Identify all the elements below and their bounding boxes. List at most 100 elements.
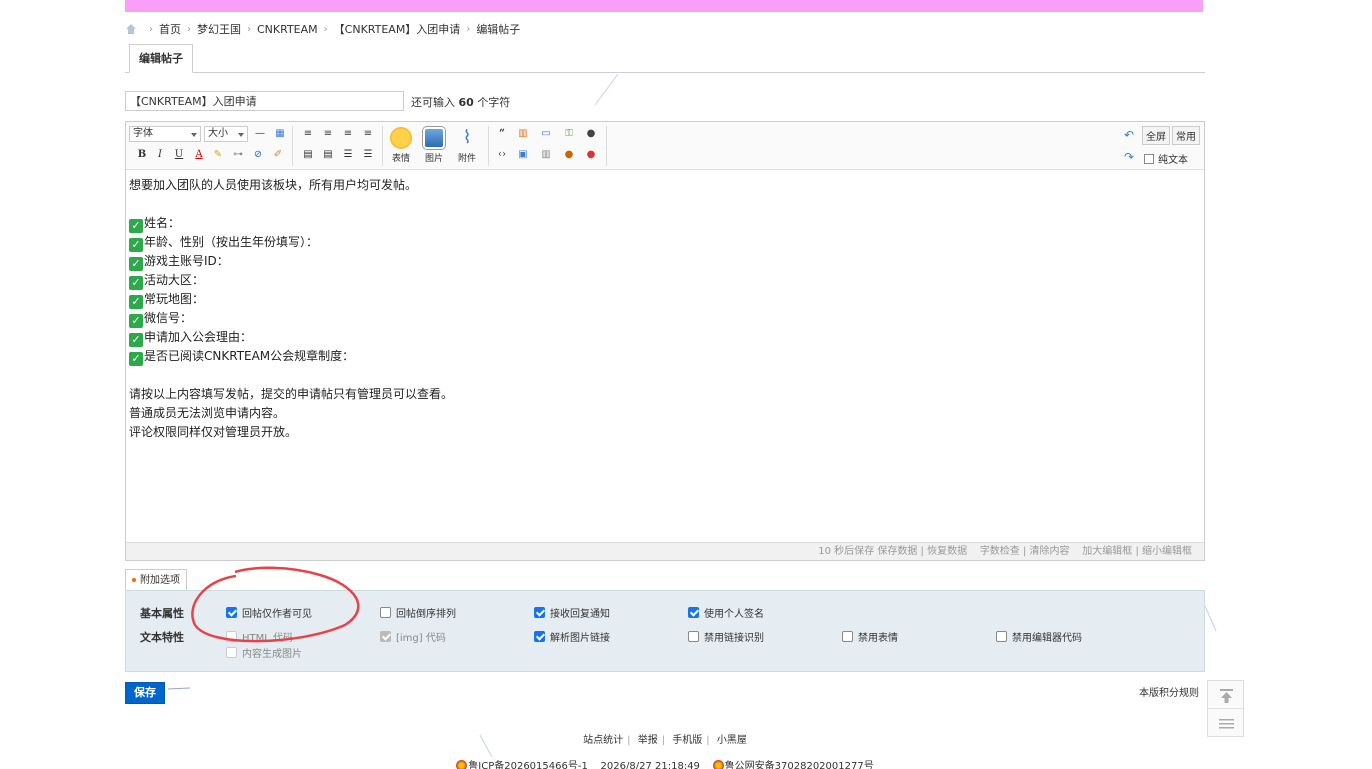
font-select[interactable]: 字体 [129,126,201,142]
toolbar-divider [488,126,489,166]
checkbox[interactable] [226,607,237,618]
breadcrumb-home[interactable]: 首页 [159,21,181,37]
smiley-icon [390,127,412,149]
link-icon[interactable]: ⊶ [230,147,246,163]
bold-icon[interactable]: B [134,147,150,163]
breadcrumb-forum[interactable]: 梦幻王国 [197,21,241,37]
breadcrumb-separator: › [323,23,328,35]
hint-count: 60 [458,96,474,109]
align-justify-icon[interactable]: ≡ [360,126,376,142]
underline-icon[interactable]: U [171,147,187,163]
option-author-only-replies[interactable]: 回帖仅作者可见 [226,605,312,620]
field-line: ✓ 是否已阅读CNKRTEAM公会规章制度： [129,347,1201,366]
extra-options-label: 附加选项 [140,575,180,586]
footer-blackroom[interactable]: 小黑屋 [717,735,747,746]
image-button[interactable]: 图片 [420,127,448,164]
subject-input[interactable] [125,91,404,111]
save-button[interactable]: 保存 [125,682,165,704]
editor-content[interactable]: 想要加入团队的人员使用该板块，所有用户均可发帖。 ✓ 姓名： ✓ 年龄、性别（按出生… [126,170,1204,542]
editor-statusbar: 10 秒后保存 保存数据 | 恢复数据 字数检查 | 清除内容 加大编辑框 | … [126,542,1204,560]
clear-format-icon[interactable]: ✐ [270,147,286,163]
image-label: 图片 [424,154,443,164]
size-select[interactable]: 大小 [204,126,248,142]
checkbox[interactable] [688,607,699,618]
police-badge-icon [712,760,724,769]
checkbox[interactable] [996,631,1007,642]
back-to-top-button[interactable] [1207,680,1244,709]
unordered-list-icon[interactable]: ☰ [360,147,376,163]
qq-icon[interactable]: ● [583,147,599,163]
fullscreen-button[interactable]: 全屏 [1142,126,1170,145]
option-reply-notify[interactable]: 接收回复通知 [534,605,610,620]
password-icon[interactable]: ⚿ [561,126,577,142]
align-left-icon[interactable]: ≡ [300,126,316,142]
highlight-icon[interactable]: ✎ [210,147,226,163]
field-line: ✓ 年龄、性别（按出生年份填写）： [129,233,1201,252]
footer-report[interactable]: 举报 [638,735,658,746]
tab-edit-post[interactable]: 编辑帖子 [129,44,193,73]
option-use-signature[interactable]: 使用个人签名 [688,605,764,620]
common-button[interactable]: 常用 [1172,126,1200,145]
redo-icon[interactable]: ↷ [1124,150,1134,164]
autosave-text: 10 秒后保存 [818,546,875,557]
float-right-icon[interactable]: ▤ [320,147,336,163]
background-icon[interactable]: ● [561,147,577,163]
field-line: ✓ 姓名： [129,214,1201,233]
quote-icon[interactable]: “ [494,126,510,142]
word-check-link[interactable]: 字数检查 [980,546,1020,557]
breadcrumb-thread[interactable]: 【CNKRTEAM】入团申请 [334,21,461,37]
police-record-link[interactable]: 鲁公网安备37028202001277号 [725,761,874,769]
plaintext-checkbox[interactable] [1144,153,1154,164]
shrink-editor-link[interactable]: 缩小编辑框 [1142,546,1192,557]
hint-suffix: 个字符 [477,96,511,109]
footer-site-stats[interactable]: 站点统计 [583,735,623,746]
checkbox[interactable] [380,607,391,618]
tab-bar: 编辑帖子 [125,44,1205,73]
plaintext-toggle[interactable]: 纯文本 [1144,151,1188,166]
option-disable-smilies[interactable]: 禁用表情 [842,629,898,644]
tab-extra-options[interactable]: 附加选项 [125,569,187,591]
clear-content-link[interactable]: 清除内容 [1030,546,1070,557]
footer-mobile[interactable]: 手机版 [672,735,702,746]
index-icon[interactable]: ▥ [538,147,554,163]
ordered-list-icon[interactable]: ☰ [340,147,356,163]
enlarge-editor-link[interactable]: 加大编辑框 [1082,546,1132,557]
align-center-icon[interactable]: ≡ [320,126,336,142]
italic-icon[interactable]: I [152,147,168,163]
undo-icon[interactable]: ↶ [1124,128,1134,142]
hr-icon[interactable]: — [252,126,268,142]
board-credit-rules-link[interactable]: 本版积分规则 [1139,684,1199,699]
check-mark-icon: ✓ [129,333,143,347]
code-icon[interactable]: ‹› [494,147,510,163]
breadcrumb-separator: › [247,23,251,35]
restore-data-link[interactable]: 恢复数据 [927,546,967,557]
breadcrumb-board[interactable]: CNKRTEAM [257,23,318,36]
note-line: 评论权限同样仅对管理员开放。 [129,425,298,439]
free-content-icon[interactable]: ▭ [538,126,554,142]
checkbox[interactable] [534,631,545,642]
save-data-link[interactable]: 保存数据 [877,546,917,557]
option-disable-link-detect[interactable]: 禁用链接识别 [688,629,764,644]
home-icon[interactable] [125,23,137,35]
unlink-icon[interactable]: ⊘ [250,147,266,163]
emoji-button[interactable]: 表情 [387,127,415,164]
checkbox[interactable] [688,631,699,642]
option-parse-image-links[interactable]: 解析图片链接 [534,629,610,644]
align-right-icon[interactable]: ≡ [340,126,356,142]
option-disable-editor-code[interactable]: 禁用编辑器代码 [996,629,1082,644]
option-reverse-replies[interactable]: 回帖倒序排列 [380,605,456,620]
icp-link[interactable]: 鲁ICP备2026015466号-1 [468,761,588,769]
attachment-label: 附件 [457,154,476,164]
checkbox[interactable] [534,607,545,618]
page-icon[interactable]: ▣ [515,147,531,163]
hide-content-icon[interactable]: ▥ [515,126,531,142]
field-line: ✓ 游戏主账号ID： [129,252,1201,271]
checkbox[interactable] [842,631,853,642]
option-html-code: HTML 代码 [226,629,293,644]
flash-icon[interactable]: ● [583,126,599,142]
attachment-button[interactable]: ⌇ 附件 [453,127,481,164]
text-color-icon[interactable]: A [191,147,207,163]
float-left-icon[interactable]: ▤ [300,147,316,163]
post-editor: 字体 大小 — ▦ B I U A ✎ ⊶ ⊘ ✐ ≡ ≡ ≡ ≡ ▤ ▤ ☰ … [125,121,1205,561]
table-icon[interactable]: ▦ [272,126,288,142]
